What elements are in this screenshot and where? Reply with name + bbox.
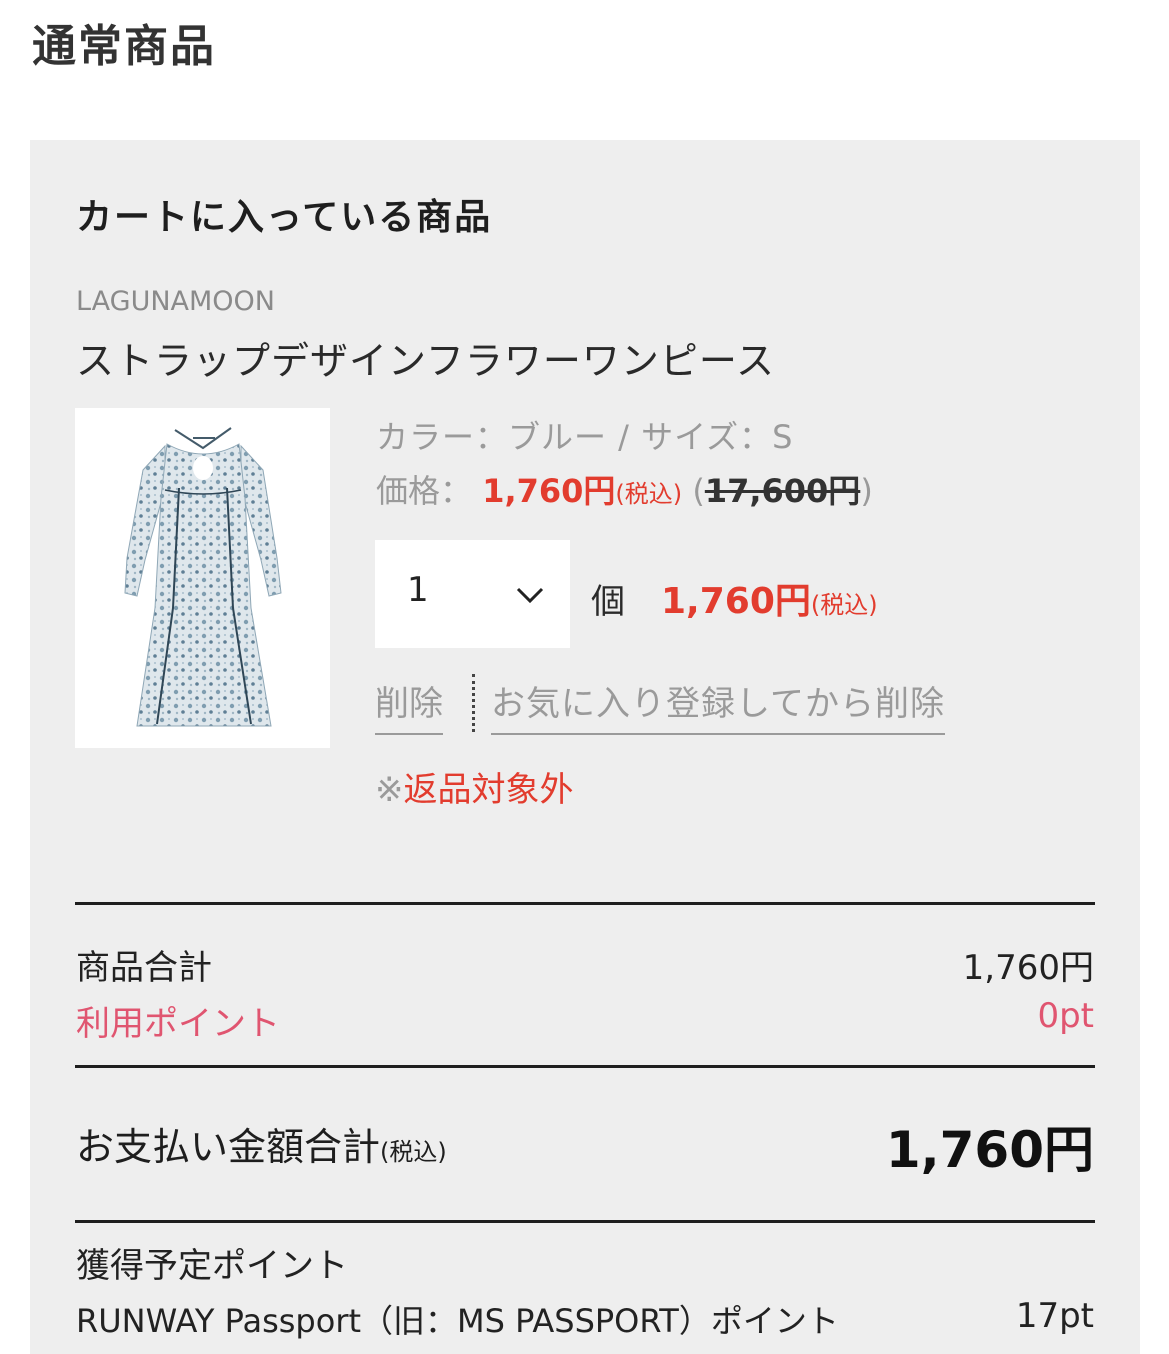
product-variant: カラー：ブルー / サイズ：S — [376, 418, 794, 456]
price-row: 価格： 1,760円(税込) (17,600円) — [376, 466, 873, 512]
used-points-value: 0pt — [1037, 996, 1094, 1036]
page-title: 通常商品 — [32, 21, 216, 72]
original-price-close-paren: ) — [860, 472, 873, 510]
product-brand[interactable]: LAGUNAMOON — [76, 286, 275, 317]
floral-dress-image — [124, 427, 282, 727]
divider — [75, 902, 1095, 905]
cart-panel: カートに入っている商品 LAGUNAMOON ストラップデザインフラワーワンピー… — [30, 140, 1140, 1354]
total-label: お支払い金額合計(税込) — [76, 1116, 447, 1171]
product-name[interactable]: ストラップデザインフラワーワンピース — [76, 330, 775, 385]
price-tax-label: (税込) — [615, 480, 683, 508]
sale-price: 1,760円 — [482, 472, 616, 510]
cart-heading: カートに入っている商品 — [76, 197, 493, 238]
link-divider — [472, 674, 475, 732]
return-note-mark: ※ — [375, 770, 404, 810]
line-total-tax-label: (税込) — [810, 591, 878, 619]
quantity-unit: 個 — [591, 582, 625, 622]
delete-link[interactable]: 削除 — [375, 676, 443, 735]
passport-points-value: 17pt — [1015, 1296, 1094, 1336]
passport-points-label: RUNWAY Passport（旧：MS PASSPORT）ポイント — [76, 1302, 839, 1340]
price-label: 価格： — [376, 472, 473, 510]
used-points-label: 利用ポイント — [76, 1004, 280, 1044]
total-label-text: お支払い金額合計 — [76, 1125, 381, 1169]
return-note-text: 返品対象外 — [403, 770, 574, 810]
chevron-down-icon — [516, 587, 544, 604]
earn-points-label: 獲得予定ポイント — [76, 1246, 348, 1286]
subtotal-value: 1,760円 — [962, 948, 1094, 988]
quantity-value: 1 — [407, 570, 429, 610]
divider — [75, 1065, 1095, 1068]
divider — [75, 1220, 1095, 1223]
original-price: 17,600円 — [704, 472, 861, 510]
total-value: 1,760円 — [885, 1121, 1094, 1179]
subtotal-label: 商品合計 — [76, 948, 212, 988]
return-note: ※返品対象外 — [375, 762, 574, 811]
line-total: 1,760円(税込) — [661, 572, 878, 624]
total-tax-label: (税込) — [380, 1138, 447, 1166]
line-total-price: 1,760円 — [661, 581, 811, 622]
quantity-select[interactable]: 1 — [375, 540, 570, 648]
original-price-open-paren: ( — [692, 472, 705, 510]
favorite-then-delete-link[interactable]: お気に入り登録してから削除 — [491, 676, 945, 735]
product-image[interactable] — [75, 408, 330, 748]
